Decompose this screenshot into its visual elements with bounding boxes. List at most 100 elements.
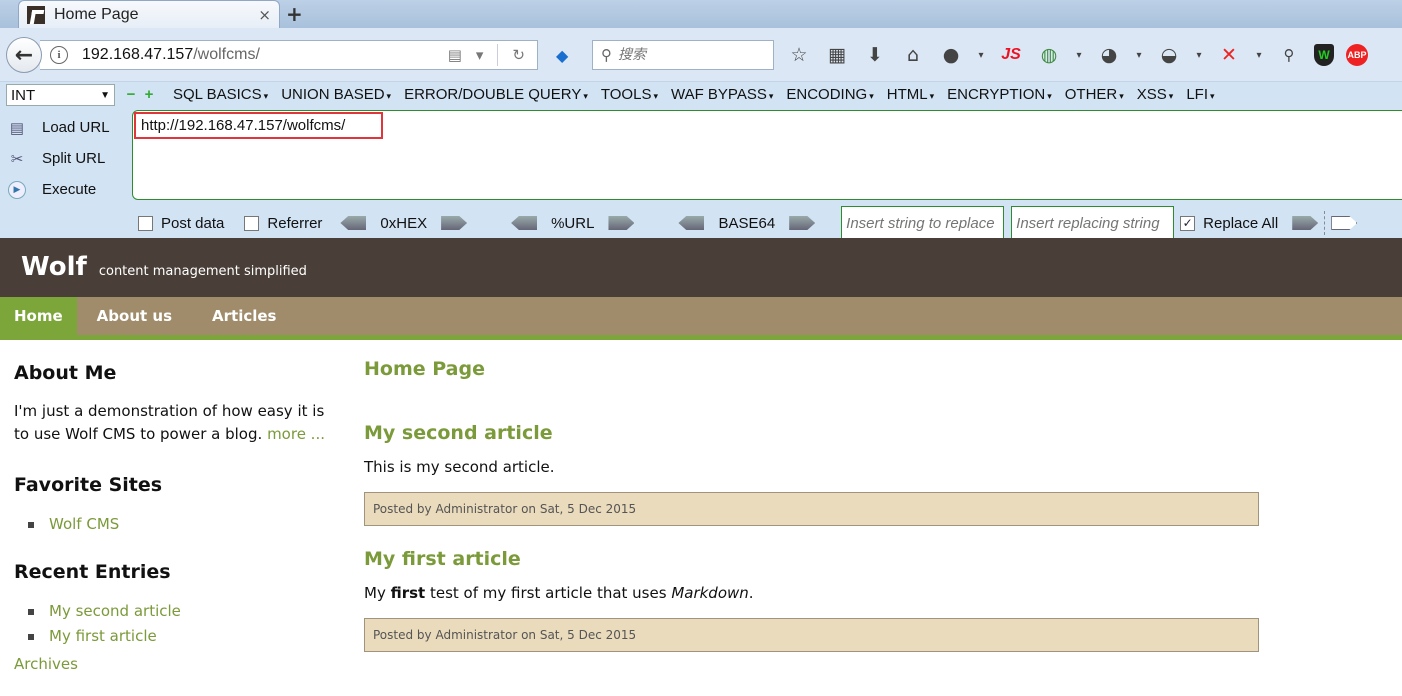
post-data-label: Post data bbox=[161, 214, 225, 232]
hackbar-url-textarea[interactable]: http://192.168.47.157/wolfcms/ bbox=[132, 110, 1402, 200]
url-encode-arrow-icon[interactable] bbox=[608, 216, 635, 230]
load-url-button[interactable]: ▤ Load URL bbox=[6, 112, 126, 143]
article-body: My first test of my first article that u… bbox=[364, 584, 754, 602]
bookmark-star-icon[interactable]: ☆ bbox=[786, 42, 812, 68]
hex-decode-arrow-icon[interactable] bbox=[340, 216, 367, 230]
reload-icon[interactable]: ↻ bbox=[512, 46, 525, 64]
menu-html[interactable]: HTML bbox=[887, 86, 934, 103]
tab-close-icon[interactable]: × bbox=[258, 6, 271, 24]
minus-icon[interactable]: − bbox=[124, 86, 138, 103]
archives-link[interactable]: Archives bbox=[14, 655, 334, 673]
favorite-sites-heading: Favorite Sites bbox=[14, 474, 163, 496]
home-icon[interactable]: ⌂ bbox=[900, 42, 926, 68]
chevron-down-icon[interactable]: ▾ bbox=[1074, 42, 1084, 68]
tab-strip: Home Page × + bbox=[0, 0, 1402, 28]
site-nav: Home About us Articles bbox=[0, 297, 1402, 340]
hex-encode-arrow-icon[interactable] bbox=[441, 216, 468, 230]
replace-next-arrow-icon[interactable] bbox=[1331, 216, 1358, 230]
chevron-down-icon[interactable]: ▾ bbox=[976, 42, 986, 68]
wolf-favicon-icon bbox=[27, 5, 45, 24]
split-url-button[interactable]: ✂ Split URL bbox=[6, 143, 126, 174]
plus-icon[interactable]: + bbox=[142, 86, 156, 103]
url-decode-arrow-icon[interactable] bbox=[511, 216, 538, 230]
site-logo[interactable]: Wolf bbox=[21, 252, 87, 282]
bird-icon[interactable]: ◆ bbox=[556, 46, 568, 65]
hackbar-url-value[interactable]: http://192.168.47.157/wolfcms/ bbox=[134, 112, 383, 139]
dropdown-arrow-icon[interactable]: ▾ bbox=[476, 46, 484, 64]
tab-title: Home Page bbox=[54, 5, 139, 23]
magnifier-icon[interactable]: ⚲ bbox=[1276, 42, 1302, 68]
execute-button[interactable]: ▶ Execute bbox=[6, 174, 126, 205]
navigation-toolbar: i 192.168.47.157/wolfcms/ ▤ ▾ ↻ ← ◆ ⚲ ☆ … bbox=[0, 28, 1402, 82]
browser-tab[interactable]: Home Page × bbox=[18, 0, 280, 28]
adblock-icon[interactable]: ABP bbox=[1346, 44, 1368, 66]
type-select[interactable]: INT ▼ bbox=[6, 84, 115, 106]
download-icon[interactable]: ⬇ bbox=[862, 42, 888, 68]
menu-union-based[interactable]: UNION BASED bbox=[281, 86, 391, 103]
article: My first article My first test of my fir… bbox=[364, 548, 1259, 652]
recent-entry-link[interactable]: My second article bbox=[14, 599, 334, 624]
search-box[interactable]: ⚲ bbox=[592, 40, 774, 70]
globe-icon[interactable]: ● bbox=[938, 42, 964, 68]
menu-xss[interactable]: XSS bbox=[1137, 86, 1174, 103]
url-bar[interactable]: i 192.168.47.157/wolfcms/ ▤ ▾ ↻ bbox=[40, 40, 538, 70]
article-title[interactable]: My second article bbox=[364, 422, 1259, 444]
url-text[interactable]: 192.168.47.157/wolfcms/ bbox=[82, 46, 448, 64]
menu-other[interactable]: OTHER bbox=[1065, 86, 1124, 103]
favorite-site-link[interactable]: Wolf CMS bbox=[14, 512, 334, 537]
menu-encryption[interactable]: ENCRYPTION bbox=[947, 86, 1052, 103]
menu-error-double-query[interactable]: ERROR/DOUBLE QUERY bbox=[404, 86, 588, 103]
chevron-down-icon[interactable]: ▾ bbox=[1254, 42, 1264, 68]
main-content: Home Page My second article This is my s… bbox=[364, 358, 1259, 674]
base64-encode-arrow-icon[interactable] bbox=[789, 216, 816, 230]
article-meta: Posted by Administrator on Sat, 5 Dec 20… bbox=[364, 618, 1259, 652]
ufo-icon[interactable]: ◒ bbox=[1156, 42, 1182, 68]
menu-sql-basics[interactable]: SQL BASICS bbox=[173, 86, 268, 103]
back-button[interactable]: ← bbox=[6, 37, 42, 73]
article-body: This is my second article. bbox=[364, 458, 555, 476]
noscript-icon[interactable]: ✕ bbox=[1216, 42, 1242, 68]
recent-entry-link[interactable]: My first article bbox=[14, 624, 334, 649]
article-title[interactable]: My first article bbox=[364, 548, 1259, 570]
scissors-icon: ✂ bbox=[10, 150, 24, 168]
base64-decode-arrow-icon[interactable] bbox=[678, 216, 705, 230]
new-tab-button[interactable]: + bbox=[286, 2, 303, 26]
menu-encoding[interactable]: ENCODING bbox=[786, 86, 873, 103]
replace-from-input[interactable] bbox=[841, 206, 1005, 240]
replace-to-input[interactable] bbox=[1011, 206, 1175, 240]
more-link[interactable]: more ... bbox=[267, 425, 325, 443]
reading-list-icon[interactable]: ▦ bbox=[824, 42, 850, 68]
search-icon: ⚲ bbox=[601, 46, 612, 64]
replace-all-checkbox[interactable]: ✓ bbox=[1180, 215, 1196, 231]
chevron-down-icon[interactable]: ▾ bbox=[1194, 42, 1204, 68]
site-info-icon[interactable]: i bbox=[50, 46, 68, 64]
replace-arrow-icon[interactable] bbox=[1292, 216, 1319, 230]
server-icon[interactable]: ▤ bbox=[448, 46, 462, 64]
replace-all-label: Replace All bbox=[1203, 214, 1279, 232]
hex-label: 0xHEX bbox=[380, 214, 428, 232]
hackbar-menu: − + SQL BASICS UNION BASED ERROR/DOUBLE … bbox=[124, 86, 1215, 103]
chevron-down-icon[interactable]: ▾ bbox=[1134, 42, 1144, 68]
hackbar-options: Post data Referrer 0xHEX %URL BASE64 ✓ R… bbox=[138, 206, 1371, 240]
nav-about-us[interactable]: About us bbox=[77, 297, 192, 335]
earth-icon[interactable]: ◍ bbox=[1036, 42, 1062, 68]
menu-lfi[interactable]: LFI bbox=[1186, 86, 1214, 103]
url-label: %URL bbox=[551, 214, 595, 232]
article: My second article This is my second arti… bbox=[364, 422, 1259, 526]
nav-home[interactable]: Home bbox=[0, 297, 77, 335]
play-icon: ▶ bbox=[8, 180, 26, 199]
menu-tools[interactable]: TOOLS bbox=[601, 86, 658, 103]
menu-waf-bypass[interactable]: WAF BYPASS bbox=[671, 86, 773, 103]
palette-icon[interactable]: ◕ bbox=[1096, 42, 1122, 68]
js-toggle-icon[interactable]: JS bbox=[998, 42, 1024, 68]
page-title: Home Page bbox=[364, 358, 485, 380]
sidebar: About Me I'm just a demonstration of how… bbox=[14, 362, 334, 673]
search-input[interactable] bbox=[618, 47, 758, 63]
recent-entries-list: My second article My first article bbox=[14, 599, 334, 649]
nav-articles[interactable]: Articles bbox=[192, 297, 296, 335]
referrer-checkbox[interactable] bbox=[244, 215, 260, 231]
shield-icon[interactable]: W bbox=[1314, 44, 1334, 66]
back-arrow-icon: ← bbox=[14, 42, 34, 68]
post-data-checkbox[interactable] bbox=[138, 215, 153, 231]
hackbar-actions: ▤ Load URL ✂ Split URL ▶ Execute bbox=[6, 112, 126, 205]
